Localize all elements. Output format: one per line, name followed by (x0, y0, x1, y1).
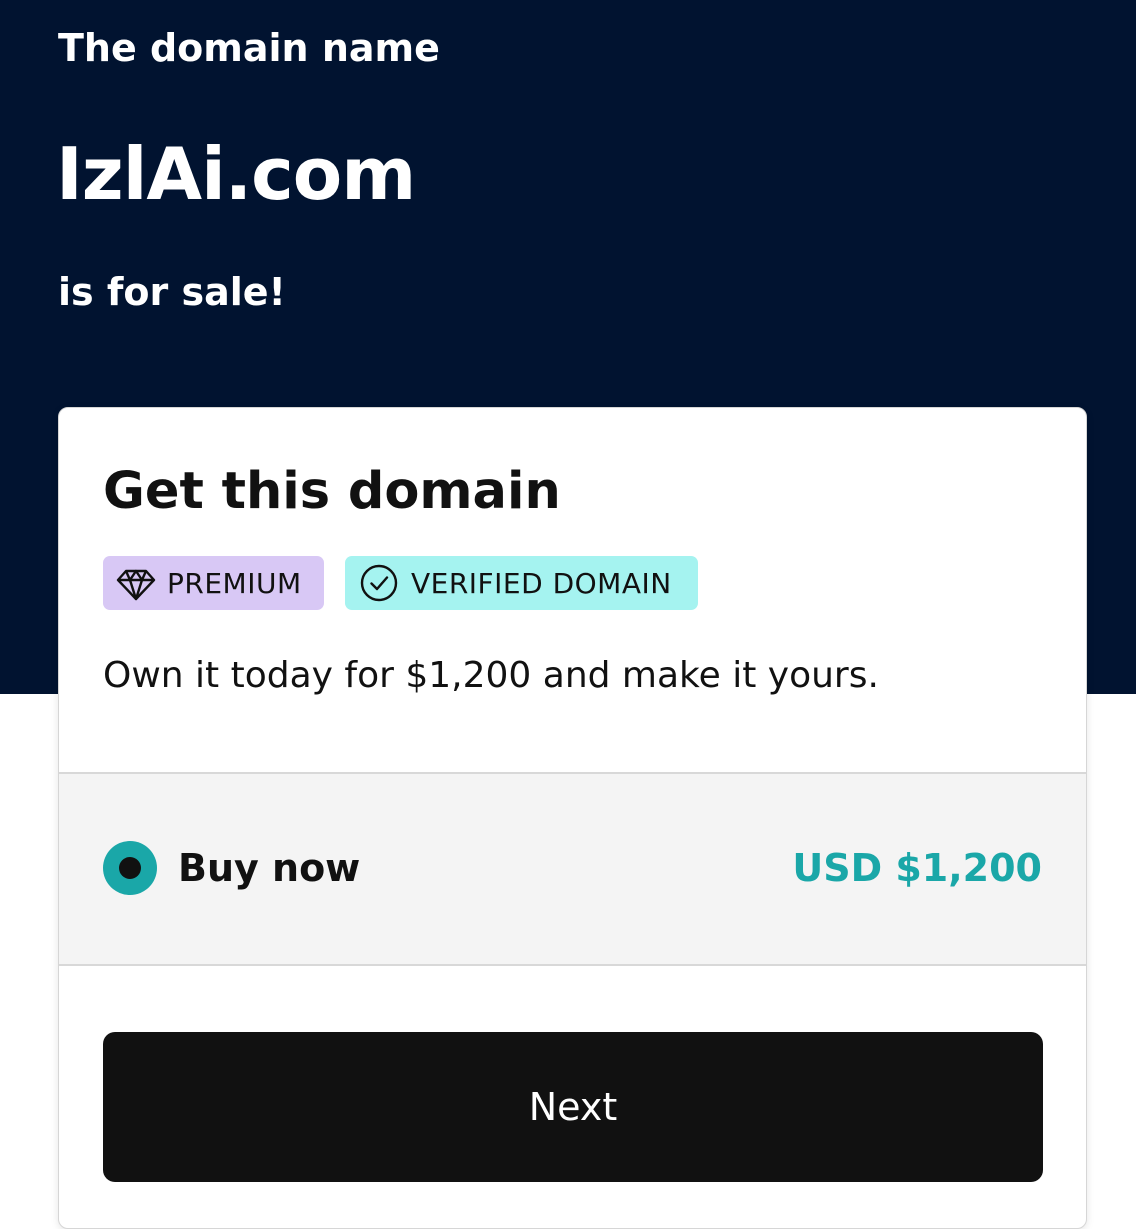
price-pitch-text: Own it today for $1,200 and make it your… (103, 655, 879, 696)
purchase-card: Get this domain PREMIUM VERIFIED DOMAIN … (58, 407, 1087, 1229)
verified-domain-badge: VERIFIED DOMAIN (345, 556, 698, 610)
next-button[interactable]: Next (103, 1032, 1043, 1182)
hero-intro-text: The domain name (58, 26, 440, 70)
buy-now-radio[interactable] (103, 841, 157, 895)
hero-sale-text: is for sale! (58, 270, 286, 314)
card-title: Get this domain (103, 462, 561, 521)
premium-badge: PREMIUM (103, 556, 324, 610)
verified-badge-label: VERIFIED DOMAIN (411, 566, 672, 600)
buy-now-price: USD $1,200 (792, 846, 1042, 890)
premium-badge-label: PREMIUM (167, 566, 302, 600)
buy-now-option[interactable]: Buy now USD $1,200 (59, 772, 1086, 966)
domain-name-heading: IzlAi.com (56, 132, 416, 216)
radio-selected-dot (119, 857, 141, 879)
diamond-icon (115, 562, 157, 604)
buy-now-label: Buy now (178, 846, 361, 890)
check-circle-icon (359, 563, 399, 603)
